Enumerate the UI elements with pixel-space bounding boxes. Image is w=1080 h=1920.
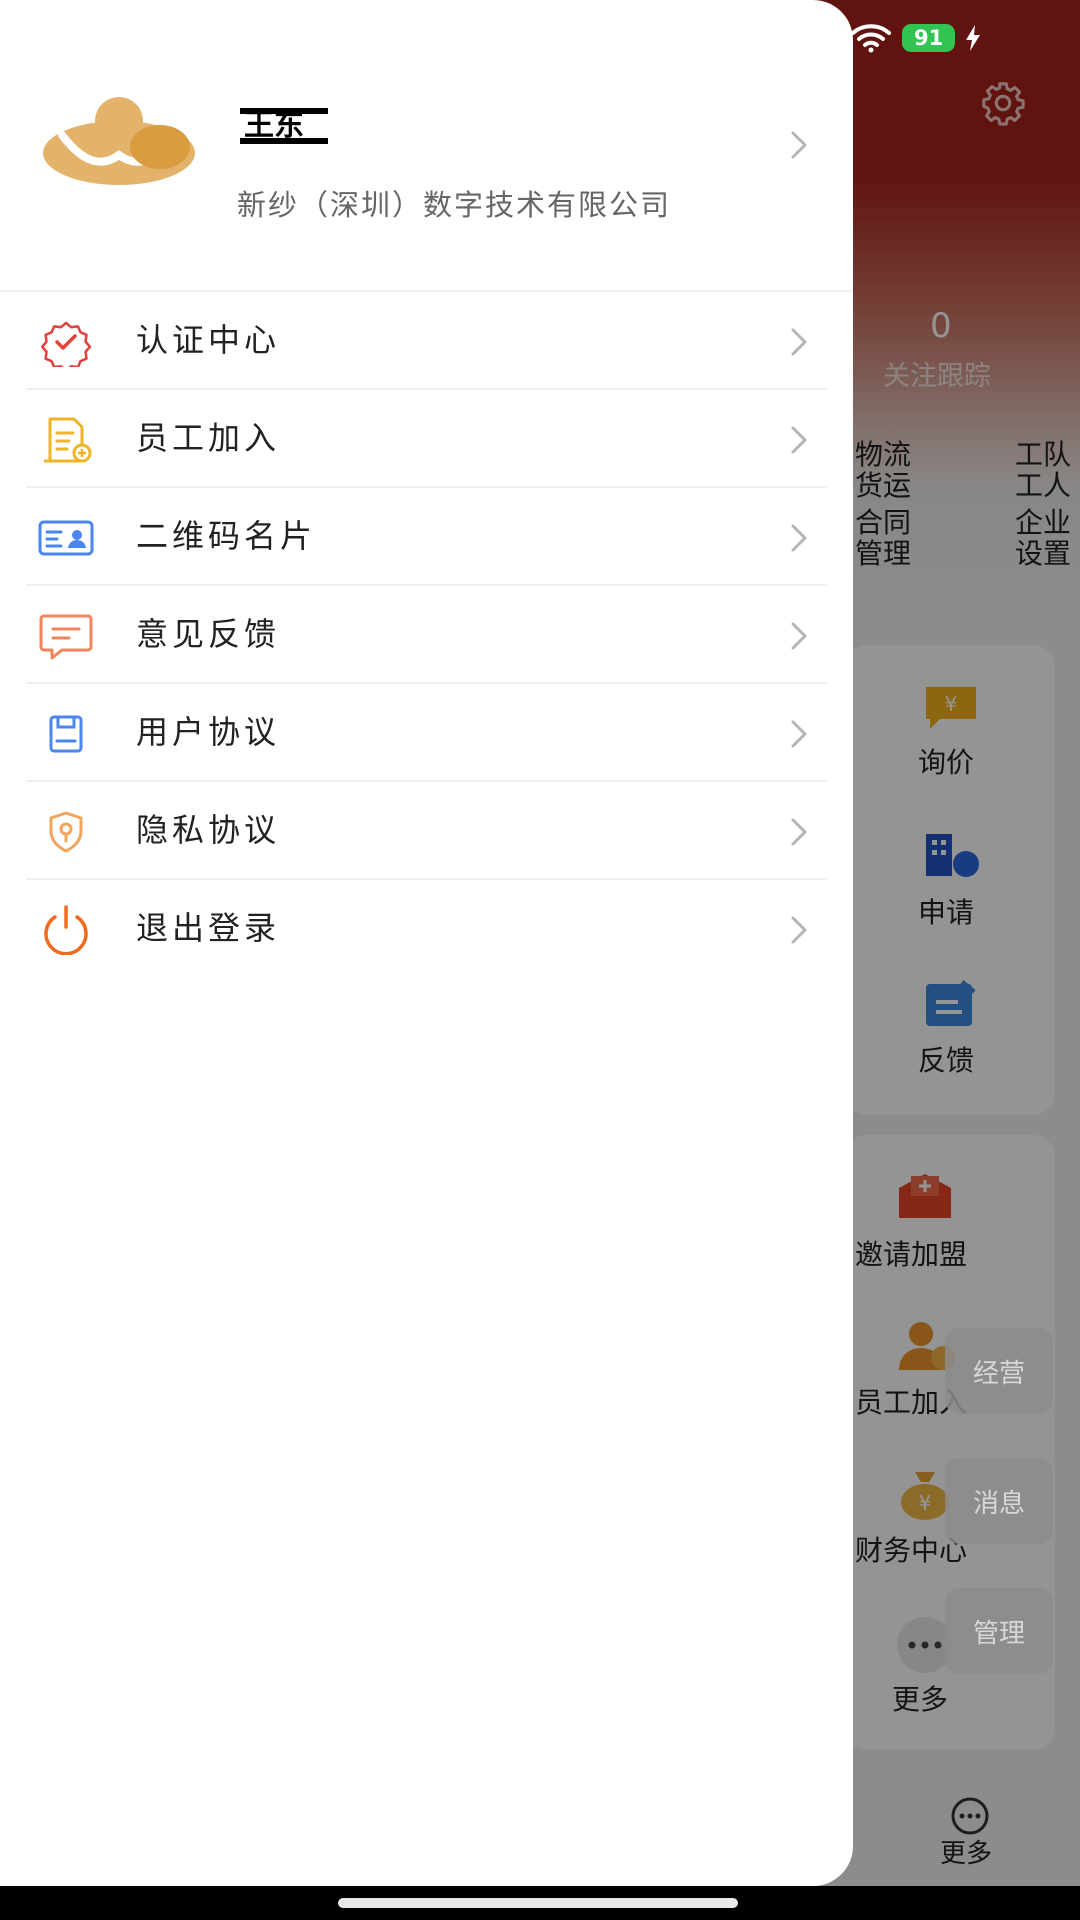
user-agreement-icon xyxy=(49,715,83,753)
menu-label-privacy: 隐私协议 xyxy=(136,811,281,849)
menu-item-certification[interactable]: 认证中心 xyxy=(0,292,853,390)
menu-label-certification: 认证中心 xyxy=(136,321,281,359)
employee-join-icon xyxy=(44,417,92,463)
menu-label-feedback: 意见反馈 xyxy=(136,615,281,653)
chevron-right-icon xyxy=(791,622,807,650)
chevron-right-icon xyxy=(791,426,807,454)
menu-item-employee-join[interactable]: 员工加入 xyxy=(0,390,853,488)
privacy-shield-icon xyxy=(49,811,83,853)
status-bar: 91 xyxy=(850,18,981,58)
battery-indicator: 91 xyxy=(902,24,956,52)
float-messages-button[interactable]: 消息 xyxy=(945,1458,1053,1544)
company-name: 新纱（深圳）数字技术有限公司 xyxy=(237,188,672,222)
logout-power-icon xyxy=(44,905,88,955)
menu-label-qr-card: 二维码名片 xyxy=(136,517,317,555)
menu-item-user-agreement[interactable]: 用户协议 xyxy=(0,684,853,782)
certificate-badge-icon xyxy=(40,321,92,367)
wifi-icon xyxy=(851,24,891,53)
chevron-right-icon xyxy=(791,916,807,944)
chevron-right-icon xyxy=(791,328,807,356)
chevron-right-icon xyxy=(791,131,807,159)
menu-label-logout: 退出登录 xyxy=(136,909,281,947)
qr-business-card-icon xyxy=(38,520,94,556)
menu-label-user-agreement: 用户协议 xyxy=(136,713,281,751)
menu-label-employee-join: 员工加入 xyxy=(136,419,281,457)
user-name: 王东 xyxy=(240,108,328,144)
menu-item-privacy[interactable]: 隐私协议 xyxy=(0,782,853,880)
charging-bolt-icon xyxy=(966,25,981,51)
chevron-right-icon xyxy=(791,818,807,846)
chevron-right-icon xyxy=(791,720,807,748)
menu-item-logout[interactable]: 退出登录 xyxy=(0,880,853,978)
feedback-chat-icon xyxy=(39,614,93,660)
menu-item-feedback[interactable]: 意见反馈 xyxy=(0,586,853,684)
home-indicator[interactable] xyxy=(338,1898,738,1908)
drawer-menu: 认证中心 员工加入 二维码名片 意见反馈 用户协议 隐私协议 退出登录 xyxy=(0,290,853,978)
float-manage-button[interactable]: 管理 xyxy=(945,1588,1053,1674)
company-logo-icon xyxy=(43,97,195,185)
menu-item-qr-card[interactable]: 二维码名片 xyxy=(0,488,853,586)
side-drawer: 王东 新纱（深圳）数字技术有限公司 认证中心 员工加入 二维码名片 意见反馈 用… xyxy=(0,0,853,1886)
float-business-button[interactable]: 经营 xyxy=(945,1328,1053,1414)
chevron-right-icon xyxy=(791,524,807,552)
profile-header[interactable]: 王东 新纱（深圳）数字技术有限公司 xyxy=(0,0,853,290)
